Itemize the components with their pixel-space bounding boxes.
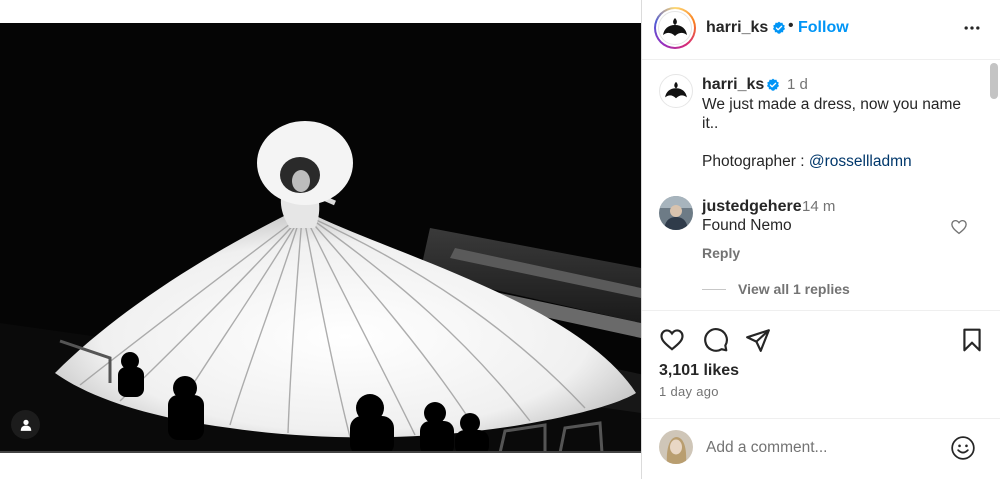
caption-timestamp: 1 d — [787, 76, 808, 93]
commenter-photo — [659, 196, 693, 230]
comment-input[interactable] — [706, 433, 936, 463]
caption-text: We just made a dress, now you name it.. — [702, 96, 962, 132]
likes-count[interactable]: 3,101 likes — [659, 362, 739, 380]
speech-bubble-icon[interactable] — [703, 327, 729, 353]
heart-icon[interactable] — [659, 327, 685, 353]
current-user-photo — [659, 430, 693, 464]
bookmark-icon[interactable] — [959, 327, 985, 353]
comments-list[interactable]: harri_ks 1 d We just made a dress, now y… — [642, 61, 1000, 310]
add-comment-bar — [642, 418, 1000, 479]
caption-author-avatar[interactable] — [659, 74, 693, 108]
view-replies-button[interactable]: View all 1 replies — [702, 281, 850, 297]
post-date[interactable]: 1 day ago — [659, 384, 719, 399]
user-tag-icon — [20, 419, 31, 431]
post-photo[interactable] — [0, 23, 641, 453]
replies-divider-line — [702, 288, 726, 290]
caption-credit: Photographer : @rossellladmn — [702, 153, 912, 171]
post-header: harri_ks • Follow — [642, 0, 1000, 60]
comment-heart-icon[interactable] — [950, 218, 968, 236]
user-tag-button[interactable] — [11, 410, 40, 439]
paper-plane-icon[interactable] — [745, 327, 771, 353]
caption-username[interactable]: harri_ks — [702, 76, 764, 94]
comment-timestamp: 14 m — [802, 198, 836, 215]
current-user-avatar — [659, 430, 693, 464]
comment-text: Found Nemo — [702, 217, 792, 234]
follow-button[interactable]: Follow — [798, 19, 849, 37]
smiley-icon[interactable] — [950, 435, 976, 461]
verified-badge-icon — [766, 78, 780, 91]
commenter-avatar[interactable] — [659, 196, 693, 230]
post-actions: 3,101 likes 1 day ago — [642, 310, 1000, 418]
post-side-panel: harri_ks • Follow harri_ks 1 d We just m… — [642, 0, 1000, 479]
author-logo-icon — [663, 18, 687, 36]
photo-illustration — [0, 23, 641, 453]
view-replies-label: View all 1 replies — [738, 281, 850, 297]
more-horizontal-icon[interactable] — [962, 18, 982, 38]
author-avatar — [658, 11, 692, 45]
media-pane — [0, 0, 641, 479]
credit-prefix: Photographer : — [702, 153, 809, 170]
author-logo-icon — [665, 81, 687, 99]
reply-button[interactable]: Reply — [702, 245, 740, 261]
header-separator: • — [788, 17, 794, 34]
verified-badge-icon — [772, 21, 786, 34]
commenter-username[interactable]: justedgehere — [702, 198, 802, 216]
author-username[interactable]: harri_ks — [706, 19, 768, 37]
credit-mention-link[interactable]: @rossellladmn — [809, 153, 912, 170]
comments-scrollbar[interactable] — [990, 63, 998, 99]
author-avatar-story-ring[interactable] — [654, 7, 696, 49]
